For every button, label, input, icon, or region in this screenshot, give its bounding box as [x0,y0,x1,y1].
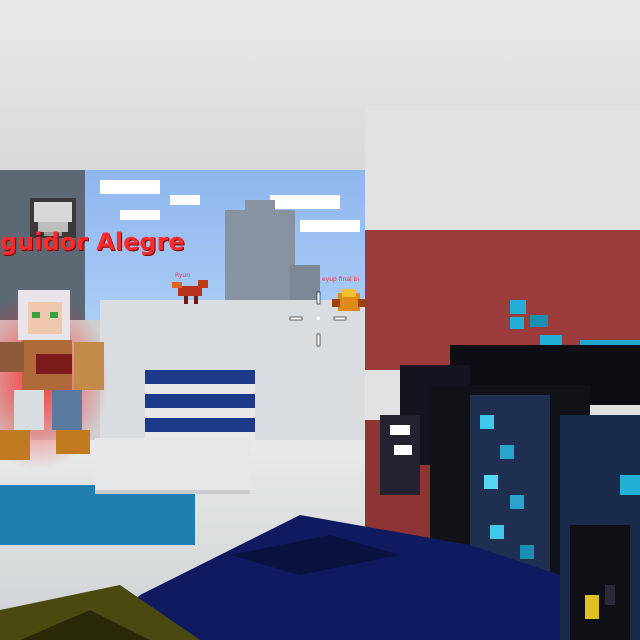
enemy-dragon-1[interactable] [170,278,210,306]
player-nickname: guidor Alegre [0,228,185,256]
foreground-block [0,515,560,640]
enemy-name-tag: Ryun [175,272,190,279]
crosshair-icon [289,291,347,347]
striped-wall [145,370,255,440]
player-character[interactable] [0,280,110,470]
pool-ledge [95,438,250,494]
game-viewport[interactable]: Ryun eyup final bi guidor Alegre [0,0,640,640]
enemy-name-tag: eyup final bi [322,276,360,283]
